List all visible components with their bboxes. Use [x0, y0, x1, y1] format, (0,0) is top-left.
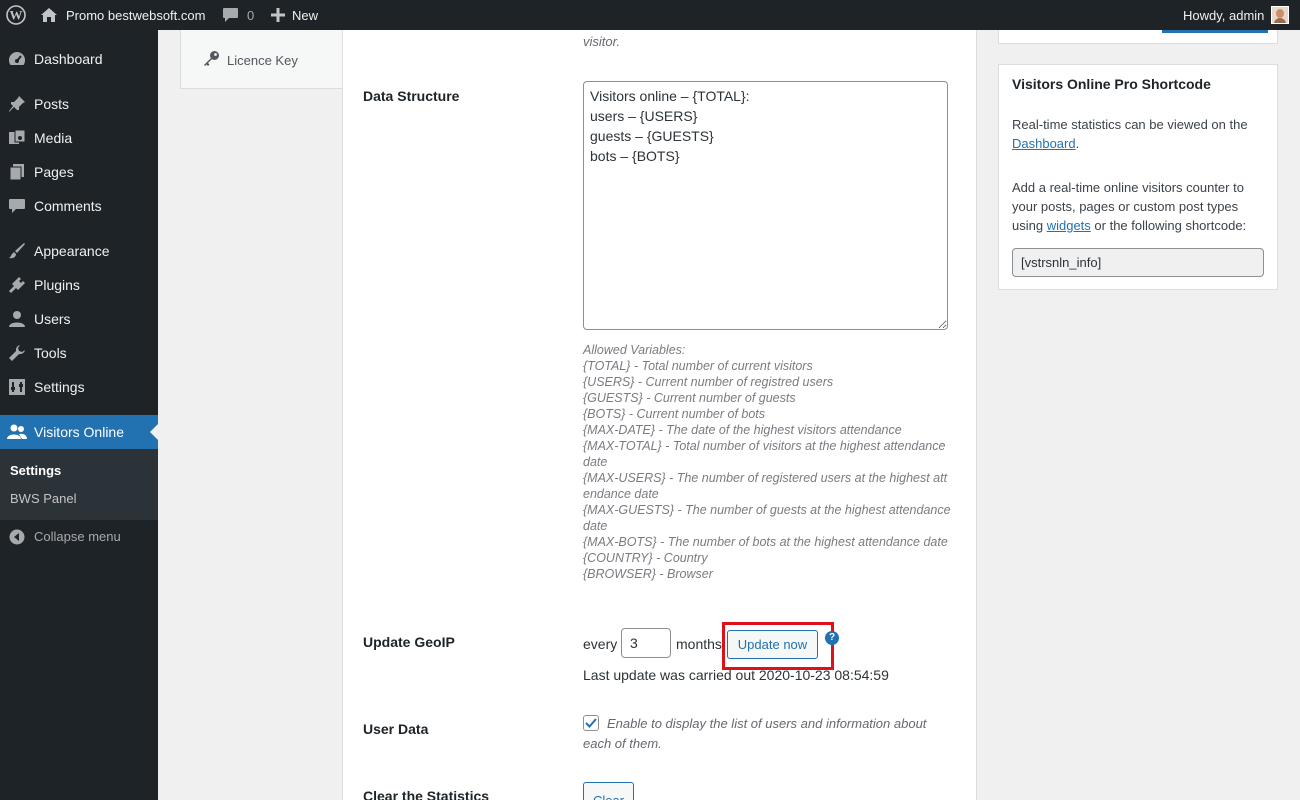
site-name: Promo bestwebsoft.com: [66, 7, 206, 23]
shortcode-box: Visitors Online Pro Shortcode Real-time …: [998, 64, 1278, 290]
home-icon: [40, 7, 58, 23]
visitors-online-submenu: Settings BWS Panel: [0, 449, 158, 520]
sidebar-item-appearance[interactable]: Appearance: [0, 234, 158, 268]
variable-line: {MAX-GUESTS} - The number of guests at t…: [583, 503, 951, 533]
settings-icon: [7, 378, 27, 396]
variable-line: {BOTS} - Current number of bots: [583, 407, 766, 421]
sidebar-item-users[interactable]: Users: [0, 302, 158, 336]
clear-statistics-label: Clear the Statistics: [363, 788, 490, 800]
user-data-label: User Data: [363, 721, 429, 737]
highlight-box: [722, 622, 834, 670]
widgets-link[interactable]: widgets: [1047, 218, 1091, 233]
variable-line: {MAX-DATE} - The date of the highest vis…: [583, 423, 902, 437]
variable-line: {BROWSER} - Browser: [583, 567, 713, 581]
user-icon: [7, 310, 27, 328]
submenu-item-settings[interactable]: Settings: [10, 463, 61, 478]
submenu-item-bws-panel[interactable]: BWS Panel: [10, 491, 76, 506]
clear-button[interactable]: Clear: [583, 782, 634, 800]
variable-line: {GUESTS} - Current number of guests: [583, 391, 796, 405]
plugin-icon: [7, 276, 27, 294]
comments-count: 0: [247, 7, 255, 23]
shortcode-box-title: Visitors Online Pro Shortcode: [1012, 76, 1211, 92]
variable-line: {COUNTRY} - Country: [583, 551, 708, 565]
data-structure-label: Data Structure: [363, 88, 460, 104]
account-menu[interactable]: Howdy, admin: [1183, 0, 1290, 30]
greeting: Howdy, admin: [1183, 7, 1265, 23]
shortcode-box-text: Real-time statistics can be viewed on th…: [1012, 117, 1248, 151]
avatar: [1271, 6, 1290, 24]
media-icon: [7, 129, 27, 147]
collapse-icon: [7, 528, 27, 546]
users-icon: [7, 423, 27, 441]
shortcode-box-text: Add a real-time online visitors counter …: [1012, 180, 1247, 233]
checkmark-icon: [585, 718, 597, 728]
sidebar-item-tools[interactable]: Tools: [0, 336, 158, 370]
sidebar-item-settings[interactable]: Settings: [0, 370, 158, 404]
wordpress-logo-icon[interactable]: W: [6, 0, 26, 30]
sidebar-item-pages[interactable]: Pages: [0, 155, 158, 189]
variable-line: {MAX-BOTS} - The number of bots at the h…: [583, 535, 948, 549]
field-description: visitor.: [583, 34, 621, 49]
brush-icon: [7, 242, 27, 260]
sidebar-item-media[interactable]: Media: [0, 121, 158, 155]
user-data-checkbox[interactable]: [583, 715, 599, 731]
svg-text:W: W: [10, 8, 23, 23]
variable-line: {MAX-TOTAL} - Total number of visitors a…: [583, 439, 946, 469]
new-content-link[interactable]: New: [271, 0, 318, 30]
data-structure-textarea[interactable]: Visitors online – {TOTAL}: users – {USER…: [583, 81, 948, 330]
plus-icon: [271, 8, 285, 22]
shortcode-input[interactable]: [1012, 248, 1264, 277]
update-geoip-label: Update GeoIP: [363, 634, 455, 650]
sidebar-item-posts[interactable]: Posts: [0, 87, 158, 121]
sidebar-item-comments[interactable]: Comments: [0, 189, 158, 223]
dashboard-icon: [7, 50, 27, 68]
tab-licence-key[interactable]: Licence Key: [203, 50, 298, 70]
submit-button-edge[interactable]: [1162, 30, 1268, 33]
admin-bar: W Promo bestwebsoft.com 0 New Howdy, adm…: [0, 0, 1300, 30]
settings-form: visitor. Data Structure Visitors online …: [342, 30, 977, 800]
sidebar-item-visitors-online[interactable]: Visitors Online: [0, 415, 158, 449]
dashboard-link[interactable]: Dashboard: [1012, 136, 1076, 151]
months-input[interactable]: [621, 628, 671, 658]
variable-line: {USERS} - Current number of registred us…: [583, 375, 834, 389]
last-update-text: Last update was carried out 2020-10-23 0…: [583, 667, 889, 683]
new-label: New: [292, 7, 319, 23]
variable-line: Allowed Variables:: [583, 343, 686, 357]
allowed-variables-list: Allowed Variables: {TOTAL} - Total numbe…: [583, 342, 951, 582]
help-icon[interactable]: ?: [825, 631, 839, 645]
key-icon: [203, 50, 220, 70]
comment-icon: [222, 7, 239, 23]
collapse-menu-button[interactable]: Collapse menu: [0, 520, 158, 554]
sidebar-item-dashboard[interactable]: Dashboard: [0, 42, 158, 76]
tab-label: Licence Key: [227, 52, 298, 68]
wrench-icon: [7, 344, 27, 362]
sidebar-box-top: [998, 30, 1278, 44]
pages-icon: [7, 163, 27, 181]
site-name-link[interactable]: Promo bestwebsoft.com: [40, 0, 205, 30]
every-text: every: [583, 636, 618, 652]
sidebar-item-plugins[interactable]: Plugins: [0, 268, 158, 302]
variable-line: {MAX-USERS} - The number of registered u…: [583, 471, 948, 501]
comments-link[interactable]: 0: [222, 0, 254, 30]
months-text: months: [676, 636, 722, 652]
admin-sidebar: Dashboard Posts Media Pages Comments App…: [0, 30, 158, 800]
user-data-description: Enable to display the list of users and …: [583, 716, 927, 751]
settings-tabs: Licence Key: [180, 30, 342, 89]
comment-icon: [7, 197, 27, 215]
variable-line: {TOTAL} - Total number of current visito…: [583, 359, 813, 373]
pin-icon: [7, 95, 27, 113]
